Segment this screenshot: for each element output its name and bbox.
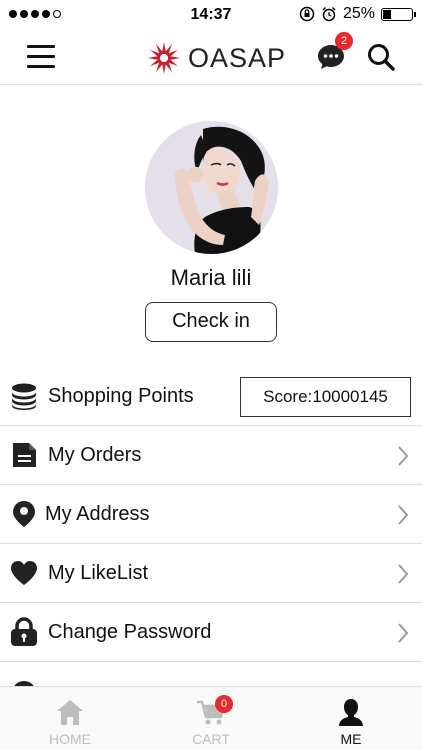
alarm-icon	[322, 6, 336, 22]
heart-icon	[10, 558, 38, 588]
home-icon	[57, 700, 83, 725]
chevron-right-icon	[398, 564, 409, 584]
account-menu: Shopping Points Score:10000145 My Orders…	[0, 367, 422, 721]
coins-icon	[10, 381, 38, 411]
chat-unread-badge: 2	[335, 32, 353, 50]
oasap-logo-icon	[148, 42, 180, 74]
top-nav-bar: OASAP 2	[0, 30, 422, 85]
menu-item-label: My Address	[45, 502, 150, 525]
shopping-points-row: Shopping Points Score:10000145	[0, 367, 422, 426]
rotation-lock-icon	[299, 6, 315, 22]
tab-me[interactable]: ME	[291, 687, 411, 751]
brand-name: OASAP	[188, 42, 287, 73]
shopping-points-label: Shopping Points	[48, 384, 194, 407]
score-display: Score:10000145	[240, 377, 411, 417]
profile-section: Maria lili Check in	[0, 85, 422, 365]
status-bar: 14:37 25%	[0, 0, 422, 30]
battery-icon	[381, 7, 416, 21]
lock-icon	[10, 617, 38, 647]
chevron-right-icon	[398, 623, 409, 643]
menu-item-label: My Orders	[48, 443, 142, 466]
menu-item-label: Change Password	[48, 620, 212, 643]
battery-percentage: 25%	[342, 5, 375, 22]
tab-label: ME	[340, 731, 362, 747]
bottom-tab-bar: HOME 0 CART ME	[0, 686, 422, 750]
chevron-right-icon	[398, 505, 409, 525]
location-pin-icon	[10, 499, 38, 529]
check-in-button[interactable]: Check in	[145, 302, 277, 342]
avatar-photo	[145, 121, 278, 254]
tab-label: CART	[192, 731, 230, 747]
cart-count-badge: 0	[215, 695, 233, 713]
menu-item-my-likelist[interactable]: My LikeList	[0, 544, 422, 603]
menu-item-label: My LikeList	[48, 561, 149, 584]
person-icon	[339, 699, 363, 726]
tab-label: HOME	[49, 731, 91, 747]
username: Maria lili	[170, 265, 252, 290]
document-icon	[10, 440, 38, 470]
menu-item-my-orders[interactable]: My Orders	[0, 426, 422, 485]
brand-logo[interactable]: OASAP	[146, 40, 286, 76]
search-icon[interactable]	[366, 42, 396, 72]
avatar[interactable]	[145, 121, 278, 254]
chevron-right-icon	[398, 446, 409, 466]
menu-icon[interactable]	[27, 45, 55, 68]
status-indicators: 25%	[299, 5, 416, 23]
menu-item-change-password[interactable]: Change Password	[0, 603, 422, 662]
menu-item-my-address[interactable]: My Address	[0, 485, 422, 544]
tab-cart[interactable]: 0 CART	[151, 687, 271, 751]
tab-home[interactable]: HOME	[10, 687, 130, 751]
